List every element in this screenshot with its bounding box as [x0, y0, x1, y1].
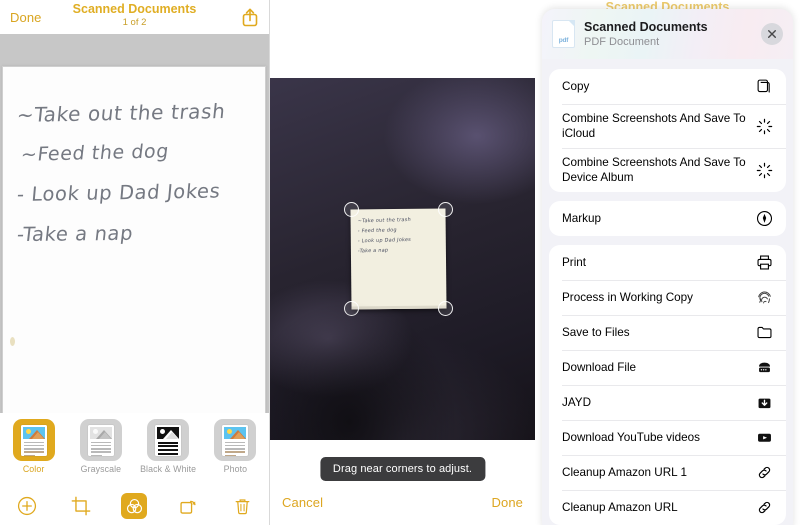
action-row-markup[interactable]: Markup: [549, 201, 786, 236]
scan-editor-nav-bar: Done Scanned Documents 1 of 2: [0, 0, 269, 34]
color-filter-thumb: [12, 419, 55, 461]
nav-done-button[interactable]: Done: [10, 10, 41, 25]
folder-icon: [755, 323, 774, 342]
action-row-cleanup-amazon-url[interactable]: Cleanup Amazon URL: [549, 490, 786, 525]
link-icon: [755, 463, 774, 482]
action-label: Cleanup Amazon URL: [562, 501, 678, 514]
filter-label: Color: [22, 464, 45, 474]
share-sheet-panel: Scanned Documents pdf Scanned Documents …: [535, 0, 800, 525]
printer-icon: [755, 253, 774, 272]
filter-option-grayscale[interactable]: Grayscale: [71, 419, 131, 474]
download-box-icon: [755, 393, 774, 412]
handle-bottom-left[interactable]: [344, 301, 359, 316]
action-row-copy[interactable]: Copy: [549, 69, 786, 104]
youtube-play-icon: [755, 428, 774, 447]
filter-options-bar: Color Grayscale Black & White Photo: [0, 413, 269, 485]
close-icon[interactable]: [761, 23, 783, 45]
share-sheet-title: Scanned Documents: [584, 19, 708, 34]
shortcut-sparkle-icon: [755, 161, 774, 180]
filter-option-photo[interactable]: Photo: [205, 419, 265, 474]
action-group: Print Process in Working Copy Save to Fi…: [549, 245, 786, 525]
action-label: Download YouTube videos: [562, 431, 700, 444]
rotate-icon[interactable]: [175, 493, 201, 519]
pdf-icon-label: pdf: [558, 37, 569, 44]
note-line: ~Feed the dog: [19, 140, 171, 166]
note-line: - Feed the dog: [357, 227, 398, 235]
sticky-note: ~Take out the trash - Feed the dog - Loo…: [350, 208, 447, 310]
editor-tool-bar: [0, 487, 269, 525]
action-row-cleanup-amazon-url-1[interactable]: Cleanup Amazon URL 1: [549, 455, 786, 490]
fingerprint-icon: [755, 288, 774, 307]
note-line: - Look up Dad Jokes: [16, 179, 222, 207]
photo-filter-thumb: [214, 419, 257, 461]
sticky-note-text: ~Take out the trash - Feed the dog - Loo…: [357, 216, 442, 257]
detected-document-region[interactable]: ~Take out the trash - Feed the dog - Loo…: [344, 202, 453, 316]
share-sheet-actions[interactable]: Copy Combine Screenshots And Save To iCl…: [542, 59, 793, 525]
server-download-icon: [755, 358, 774, 377]
handle-bottom-right[interactable]: [438, 301, 453, 316]
share-sheet-header: pdf Scanned Documents PDF Document: [542, 9, 793, 59]
filter-option-black-and-white[interactable]: Black & White: [138, 419, 198, 474]
action-row-print[interactable]: Print: [549, 245, 786, 280]
note-line: ~Take out the trash: [357, 216, 412, 225]
action-group: Markup: [549, 201, 786, 236]
bw-filter-thumb: [147, 419, 190, 461]
action-row-download-file[interactable]: Download File: [549, 350, 786, 385]
done-button[interactable]: Done: [492, 495, 523, 510]
share-sheet: pdf Scanned Documents PDF Document Copy: [542, 9, 793, 525]
action-label: Copy: [562, 80, 590, 93]
action-row-jayd[interactable]: JAYD: [549, 385, 786, 420]
pdf-file-icon: pdf: [552, 20, 575, 48]
note-line: -Take a nap: [357, 247, 389, 255]
handle-top-left[interactable]: [344, 202, 359, 217]
crop-icon[interactable]: [68, 493, 94, 519]
paper-smudge: [10, 337, 15, 346]
action-label: Cleanup Amazon URL 1: [562, 466, 687, 479]
action-label: Combine Screenshots And Save To Device A…: [562, 156, 746, 184]
action-row-combine-device-album[interactable]: Combine Screenshots And Save To Device A…: [549, 148, 786, 192]
filter-label: Black & White: [140, 464, 197, 474]
action-label: Combine Screenshots And Save To iCloud: [562, 112, 746, 140]
action-label: Download File: [562, 361, 637, 374]
action-row-working-copy[interactable]: Process in Working Copy: [549, 280, 786, 315]
cancel-button[interactable]: Cancel: [282, 495, 323, 510]
action-label: Print: [562, 256, 587, 269]
crop-hint-tooltip: Drag near corners to adjust.: [319, 457, 486, 481]
plus-circle-icon[interactable]: [14, 493, 40, 519]
filter-label: Grayscale: [80, 464, 122, 474]
copy-icon: [755, 77, 774, 96]
trash-icon[interactable]: [229, 493, 255, 519]
scan-preview-stage[interactable]: ~Take out the trash ~Feed the dog - Look…: [0, 34, 269, 414]
note-line: ~Take out the trash: [15, 98, 227, 128]
share-sheet-file-info: Scanned Documents PDF Document: [584, 20, 761, 49]
handwritten-note-text: ~Take out the trash ~Feed the dog - Look…: [15, 95, 257, 255]
scanned-page[interactable]: ~Take out the trash ~Feed the dog - Look…: [2, 66, 266, 414]
share-sheet-subtitle: PDF Document: [584, 35, 660, 48]
action-row-save-to-files[interactable]: Save to Files: [549, 315, 786, 350]
camera-photo[interactable]: ~Take out the trash - Feed the dog - Loo…: [270, 78, 535, 440]
share-icon[interactable]: [241, 7, 259, 27]
grayscale-filter-thumb: [79, 419, 122, 461]
filter-label: Photo: [223, 464, 248, 474]
action-label: JAYD: [562, 396, 592, 409]
note-line: -Take a nap: [15, 221, 135, 247]
shortcut-sparkle-icon: [755, 117, 774, 136]
action-label: Markup: [562, 212, 601, 225]
crop-adjust-panel: ~Take out the trash - Feed the dog - Loo…: [270, 0, 535, 525]
link-icon: [755, 498, 774, 517]
color-filter-icon[interactable]: [121, 493, 148, 519]
action-row-download-youtube[interactable]: Download YouTube videos: [549, 420, 786, 455]
action-label: Save to Files: [562, 326, 630, 339]
crop-action-bar: Cancel Done: [270, 495, 535, 510]
markup-pen-icon: [755, 209, 774, 228]
handle-top-right[interactable]: [438, 202, 453, 217]
note-line: - Look up Dad Jokes: [357, 236, 412, 245]
filter-option-color[interactable]: Color: [4, 419, 64, 474]
action-group: Copy Combine Screenshots And Save To iCl…: [549, 69, 786, 192]
action-label: Process in Working Copy: [562, 291, 693, 304]
app-screen: Done Scanned Documents 1 of 2 ~Take out …: [0, 0, 800, 525]
scan-editor-panel: Done Scanned Documents 1 of 2 ~Take out …: [0, 0, 270, 525]
action-row-combine-icloud[interactable]: Combine Screenshots And Save To iCloud: [549, 104, 786, 148]
